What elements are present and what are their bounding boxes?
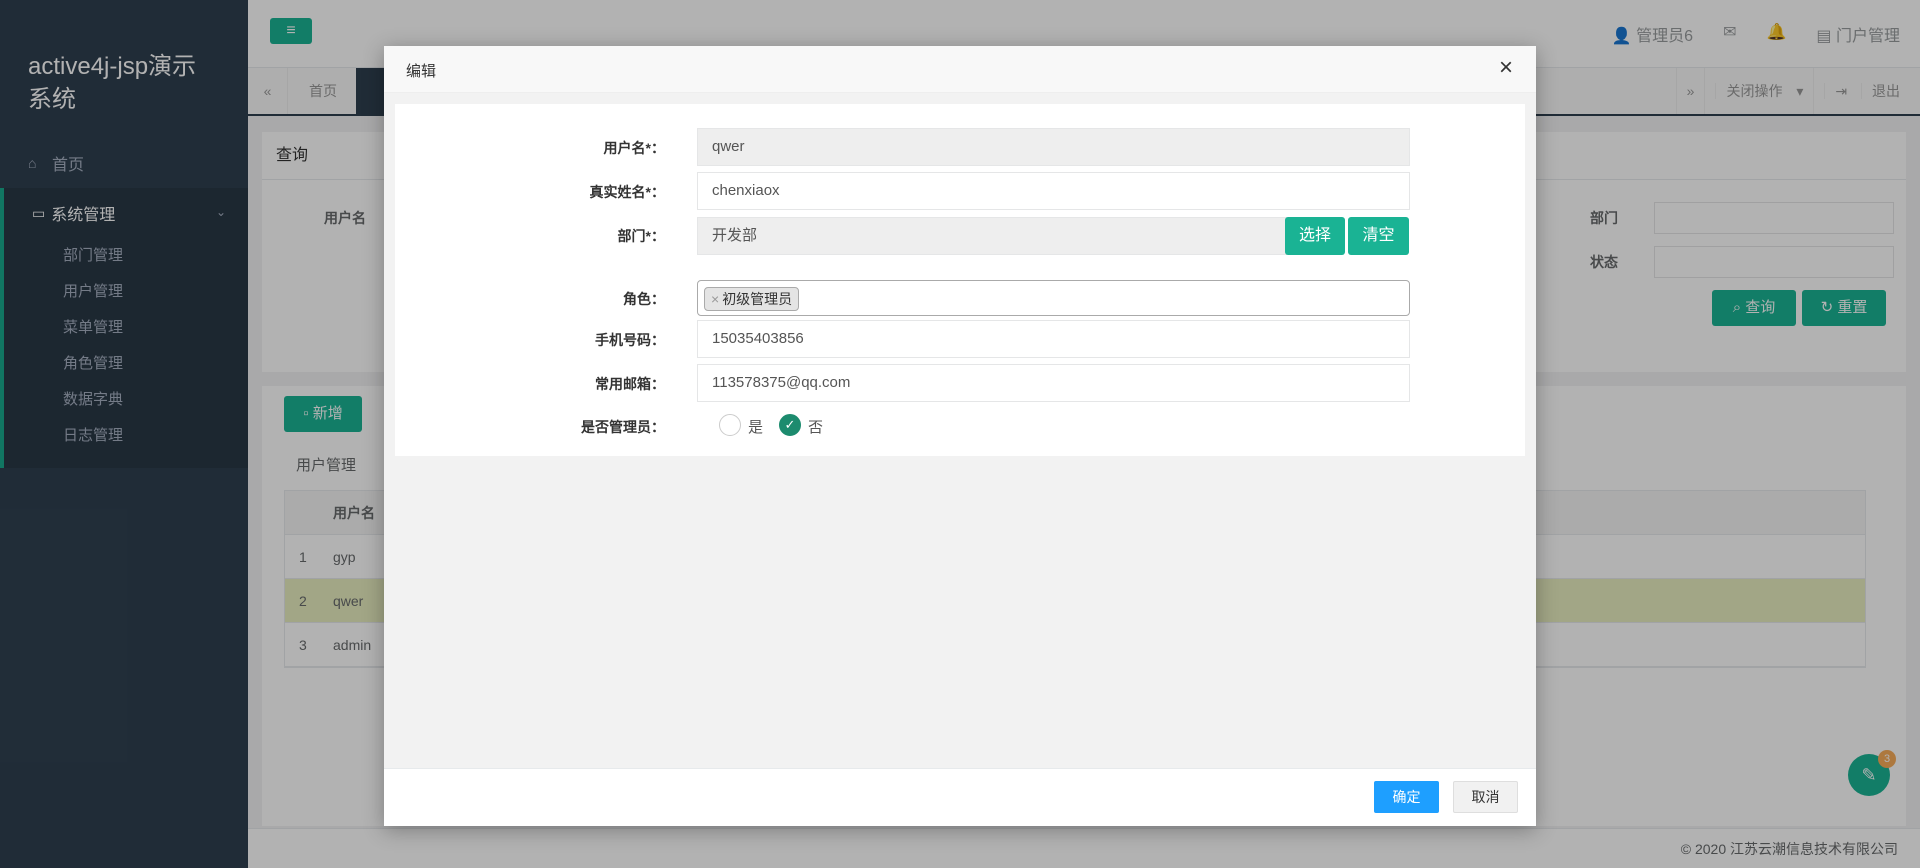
role-tag-label: 初级管理员 <box>722 291 793 307</box>
dept-clear-button[interactable]: 清空 <box>1348 217 1409 255</box>
modal-header: 编辑 × <box>384 46 1536 93</box>
modal-title: 编辑 <box>406 63 437 80</box>
email-input[interactable]: 113578375@qq.com <box>697 364 1410 402</box>
cancel-button[interactable]: 取消 <box>1453 781 1518 813</box>
phone-input[interactable]: 15035403856 <box>697 320 1410 358</box>
phone-label: 手机号码： <box>595 332 665 348</box>
tag-remove-icon[interactable]: × <box>711 291 719 307</box>
confirm-button[interactable]: 确定 <box>1374 781 1439 813</box>
admin-yes-label: 是 <box>748 419 764 436</box>
realname-input[interactable]: chenxiaox <box>697 172 1410 210</box>
admin-no-label: 否 <box>808 419 824 436</box>
username-label: 用户名*： <box>603 140 665 156</box>
admin-no-radio[interactable]: ✓ <box>779 414 801 436</box>
username-input[interactable]: qwer <box>697 128 1410 166</box>
dept-select-button[interactable]: 选择 <box>1285 217 1345 255</box>
admin-yes-radio[interactable] <box>719 414 741 436</box>
edit-modal: 编辑 × 用户名*： qwer 真实姓名*： chenxiaox 部门*： 开发… <box>384 46 1536 826</box>
edit-form: 用户名*： qwer 真实姓名*： chenxiaox 部门*： 开发部 选择 … <box>395 104 1525 456</box>
dept-label: 部门*： <box>617 228 665 244</box>
modal-footer: 确定 取消 <box>384 768 1536 826</box>
dept-input[interactable]: 开发部 <box>697 217 1287 255</box>
role-tag: × 初级管理员 <box>704 287 800 311</box>
role-multiselect[interactable]: × 初级管理员 <box>697 280 1410 316</box>
admin-label: 是否管理员： <box>581 419 665 435</box>
close-icon[interactable]: × <box>1494 56 1518 80</box>
realname-label: 真实姓名*： <box>589 184 665 200</box>
role-label: 角色： <box>623 291 665 307</box>
email-label: 常用邮箱： <box>595 376 665 392</box>
